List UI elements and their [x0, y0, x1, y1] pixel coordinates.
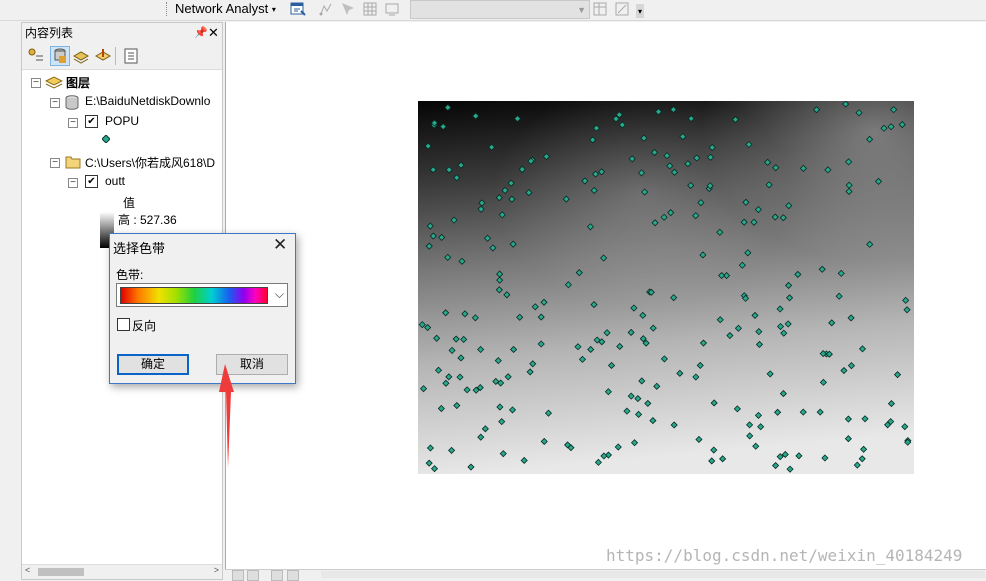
- refresh-button[interactable]: [271, 570, 283, 581]
- layer-name[interactable]: POPU: [105, 114, 139, 128]
- toc-title: 内容列表: [25, 26, 74, 40]
- selected-color-ramp: [120, 287, 268, 304]
- reverse-label[interactable]: 反向: [132, 317, 156, 334]
- collapse-toggle[interactable]: −: [50, 158, 60, 168]
- toolbar-overflow-button[interactable]: ▾: [636, 4, 644, 18]
- top-toolbar: Network Analyst ▾ ▼ ▾: [0, 0, 986, 21]
- network-table-icon[interactable]: [592, 1, 608, 17]
- map-horizontal-scrollbar[interactable]: [321, 571, 985, 578]
- pause-button[interactable]: [287, 570, 299, 581]
- list-by-selection-icon[interactable]: [94, 47, 112, 65]
- collapse-toggle[interactable]: −: [50, 98, 60, 108]
- layout-view-button[interactable]: [247, 570, 259, 581]
- data-source-path[interactable]: E:\BaiduNetdiskDownlo: [85, 94, 210, 108]
- watermark-text: https://blog.csdn.net/weixin_40184249: [606, 546, 963, 565]
- color-ramp-label: 色带:: [116, 268, 144, 282]
- toc-toolbar: [22, 43, 222, 70]
- layer-visibility-checkbox[interactable]: ✔: [85, 115, 98, 128]
- network-layer-combo[interactable]: ▼: [410, 0, 590, 19]
- layer-visibility-checkbox[interactable]: ✔: [85, 175, 98, 188]
- scroll-thumb[interactable]: [38, 568, 84, 576]
- list-by-drawing-order-icon[interactable]: [27, 47, 45, 65]
- data-view-button[interactable]: [232, 570, 244, 581]
- scroll-left-icon[interactable]: <: [25, 565, 30, 575]
- map-view[interactable]: [225, 22, 986, 569]
- toc-root-label[interactable]: 图层: [66, 74, 90, 91]
- collapse-toggle[interactable]: −: [68, 178, 78, 188]
- data-source-path[interactable]: C:\Users\你若成风618\D: [85, 154, 215, 171]
- folder-icon: [65, 156, 81, 169]
- network-edit-icon[interactable]: [318, 1, 334, 17]
- network-analyst-menu[interactable]: Network Analyst ▾: [175, 1, 276, 16]
- network-directions-icon[interactable]: [384, 1, 400, 17]
- pin-icon[interactable]: 📌: [194, 23, 208, 43]
- network-settings-icon[interactable]: [614, 1, 630, 17]
- legend-high-value: 高 : 527.36: [118, 213, 177, 227]
- toolbar-separator: [115, 47, 116, 65]
- point-symbol-icon[interactable]: [102, 135, 110, 143]
- options-icon[interactable]: [122, 47, 140, 65]
- legend-heading: 值: [123, 196, 136, 210]
- raster-map-canvas[interactable]: [418, 101, 914, 474]
- horizontal-scrollbar[interactable]: < >: [22, 564, 222, 579]
- network-select-icon[interactable]: [340, 1, 356, 17]
- chevron-down-icon: ▼: [577, 5, 586, 15]
- dialog-title: 选择色带: [113, 241, 166, 256]
- collapse-toggle[interactable]: −: [68, 118, 78, 128]
- collapse-toggle[interactable]: −: [31, 78, 41, 88]
- color-ramp-select[interactable]: ⌵: [116, 283, 288, 307]
- network-analyst-label: Network Analyst: [175, 1, 269, 16]
- chevron-down-icon: ▾: [271, 5, 276, 15]
- network-grid-icon[interactable]: [362, 1, 378, 17]
- list-by-source-icon[interactable]: [50, 46, 70, 66]
- chevron-down-icon: ⌵: [274, 287, 284, 301]
- toolbar-grip[interactable]: [166, 2, 169, 16]
- close-icon[interactable]: ✕: [208, 23, 219, 43]
- layer-name[interactable]: outt: [105, 174, 125, 188]
- close-icon[interactable]: ✕: [273, 235, 287, 255]
- toc-title-bar: 内容列表 📌 ✕: [22, 23, 222, 43]
- network-window-icon[interactable]: [290, 1, 306, 17]
- scroll-right-icon[interactable]: >: [214, 565, 219, 575]
- select-color-ramp-dialog: 选择色带 ✕ 色带: ⌵ 反向 确定 取消: [109, 233, 296, 384]
- database-icon: [65, 95, 79, 110]
- list-by-visibility-icon[interactable]: [72, 47, 90, 65]
- cancel-button[interactable]: 取消: [216, 354, 288, 375]
- layers-icon: [45, 76, 63, 89]
- ok-button[interactable]: 确定: [117, 354, 189, 375]
- reverse-checkbox[interactable]: [117, 318, 130, 331]
